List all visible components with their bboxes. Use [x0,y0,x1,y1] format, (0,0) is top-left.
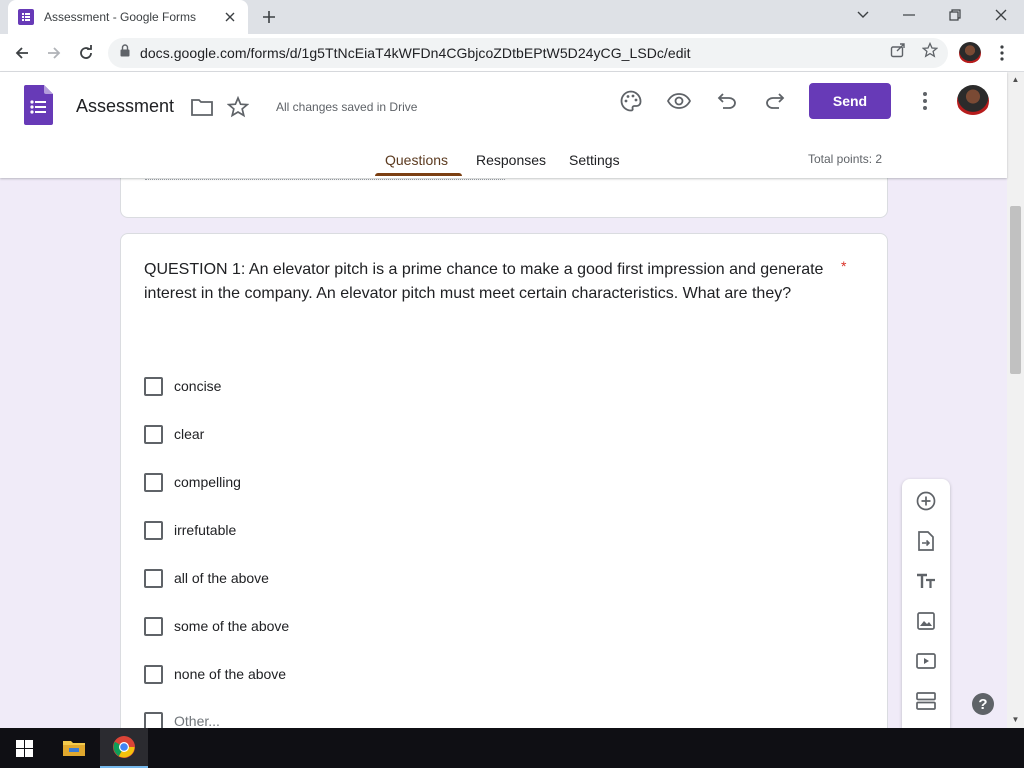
save-status: All changes saved in Drive [276,100,418,114]
checkbox[interactable] [144,424,163,444]
checkbox-option[interactable]: clear [144,422,204,446]
option-label: all of the above [174,570,269,586]
checkbox-option[interactable]: some of the above [144,614,289,638]
tab-search-icon[interactable] [840,0,886,30]
add-image-icon[interactable] [914,609,938,633]
close-window-icon[interactable] [978,0,1024,30]
total-points: Total points: 2 [808,152,883,166]
browser-tab[interactable]: Assessment - Google Forms [8,0,248,34]
add-video-icon[interactable] [914,649,938,673]
windows-taskbar [0,728,1024,768]
option-label: concise [174,378,222,394]
checkbox-option[interactable]: irrefutable [144,518,236,542]
tab-settings[interactable]: Settings [569,152,620,168]
browser-tab-title: Assessment - Google Forms [44,10,197,24]
option-label: some of the above [174,618,290,634]
required-marker: * [841,258,847,274]
browser-tabstrip: Assessment - Google Forms [0,0,1024,34]
new-tab-icon[interactable] [258,6,280,28]
chrome-taskbar-icon[interactable] [100,728,148,768]
forms-favicon-icon [18,9,34,25]
google-forms-logo-icon[interactable] [24,85,53,125]
description-underline [145,179,505,180]
checkbox-option[interactable]: concise [144,374,221,398]
page-scrollbar[interactable]: ▲ ▼ [1007,72,1024,728]
url-text: docs.google.com/forms/d/1g5TtNcEiaT4kWFD… [140,45,691,61]
checkbox[interactable] [144,616,163,636]
bookmark-star-icon[interactable] [921,41,939,59]
add-title-icon[interactable] [914,569,938,593]
preview-eye-icon[interactable] [667,89,691,113]
close-tab-icon[interactable] [222,9,238,25]
lock-icon [120,44,130,62]
profile-avatar[interactable] [959,42,981,64]
form-title[interactable]: Assessment [76,96,174,117]
reload-icon[interactable] [74,41,98,65]
star-icon[interactable] [226,95,250,119]
question-text: QUESTION 1: An elevator pitch is a prime… [144,261,824,302]
floating-toolbar [902,479,950,728]
checkbox-option[interactable]: compelling [144,470,241,494]
more-options-icon[interactable] [913,89,937,113]
checkbox[interactable] [144,664,163,684]
option-label: irrefutable [174,522,237,538]
active-tab-indicator [375,173,462,176]
browser-toolbar: docs.google.com/forms/d/1g5TtNcEiaT4kWFD… [0,34,1024,72]
move-to-folder-icon[interactable] [190,95,214,119]
import-questions-icon[interactable] [914,529,938,553]
send-button[interactable]: Send [809,83,891,119]
option-label-other[interactable]: Other... [174,713,220,729]
forward-icon[interactable] [42,41,66,65]
checkbox[interactable] [144,376,163,396]
restore-icon[interactable] [932,0,978,30]
option-label: clear [174,426,205,442]
share-icon[interactable] [889,41,907,59]
minimize-icon[interactable] [886,0,932,30]
scroll-up-icon[interactable]: ▲ [1011,75,1020,84]
add-section-icon[interactable] [914,689,938,713]
checkbox-option[interactable]: none of the above [144,662,286,686]
tab-questions[interactable]: Questions [385,152,448,168]
question-card[interactable]: QUESTION 1: An elevator pitch is a prime… [120,233,888,753]
address-bar[interactable]: docs.google.com/forms/d/1g5TtNcEiaT4kWFD… [108,38,948,68]
option-label: compelling [174,474,241,490]
account-avatar[interactable] [957,85,989,117]
redo-icon[interactable] [763,89,787,113]
back-icon[interactable] [10,41,34,65]
scroll-down-icon[interactable]: ▼ [1011,715,1020,724]
checkbox[interactable] [144,520,163,540]
scroll-thumb[interactable] [1010,206,1021,374]
option-label: none of the above [174,666,287,682]
add-question-icon[interactable] [914,489,938,513]
checkbox-option[interactable]: all of the above [144,566,269,590]
windows-start-icon[interactable] [0,728,48,768]
help-icon[interactable]: ? [972,693,994,715]
tab-responses[interactable]: Responses [476,152,546,168]
undo-icon[interactable] [715,89,739,113]
checkbox[interactable] [144,568,163,588]
chrome-menu-icon[interactable] [992,43,1012,63]
palette-icon[interactable] [619,89,643,113]
file-explorer-icon[interactable] [50,728,98,768]
checkbox[interactable] [144,472,163,492]
forms-header: Assessment All changes saved in Drive Se… [0,72,1007,178]
